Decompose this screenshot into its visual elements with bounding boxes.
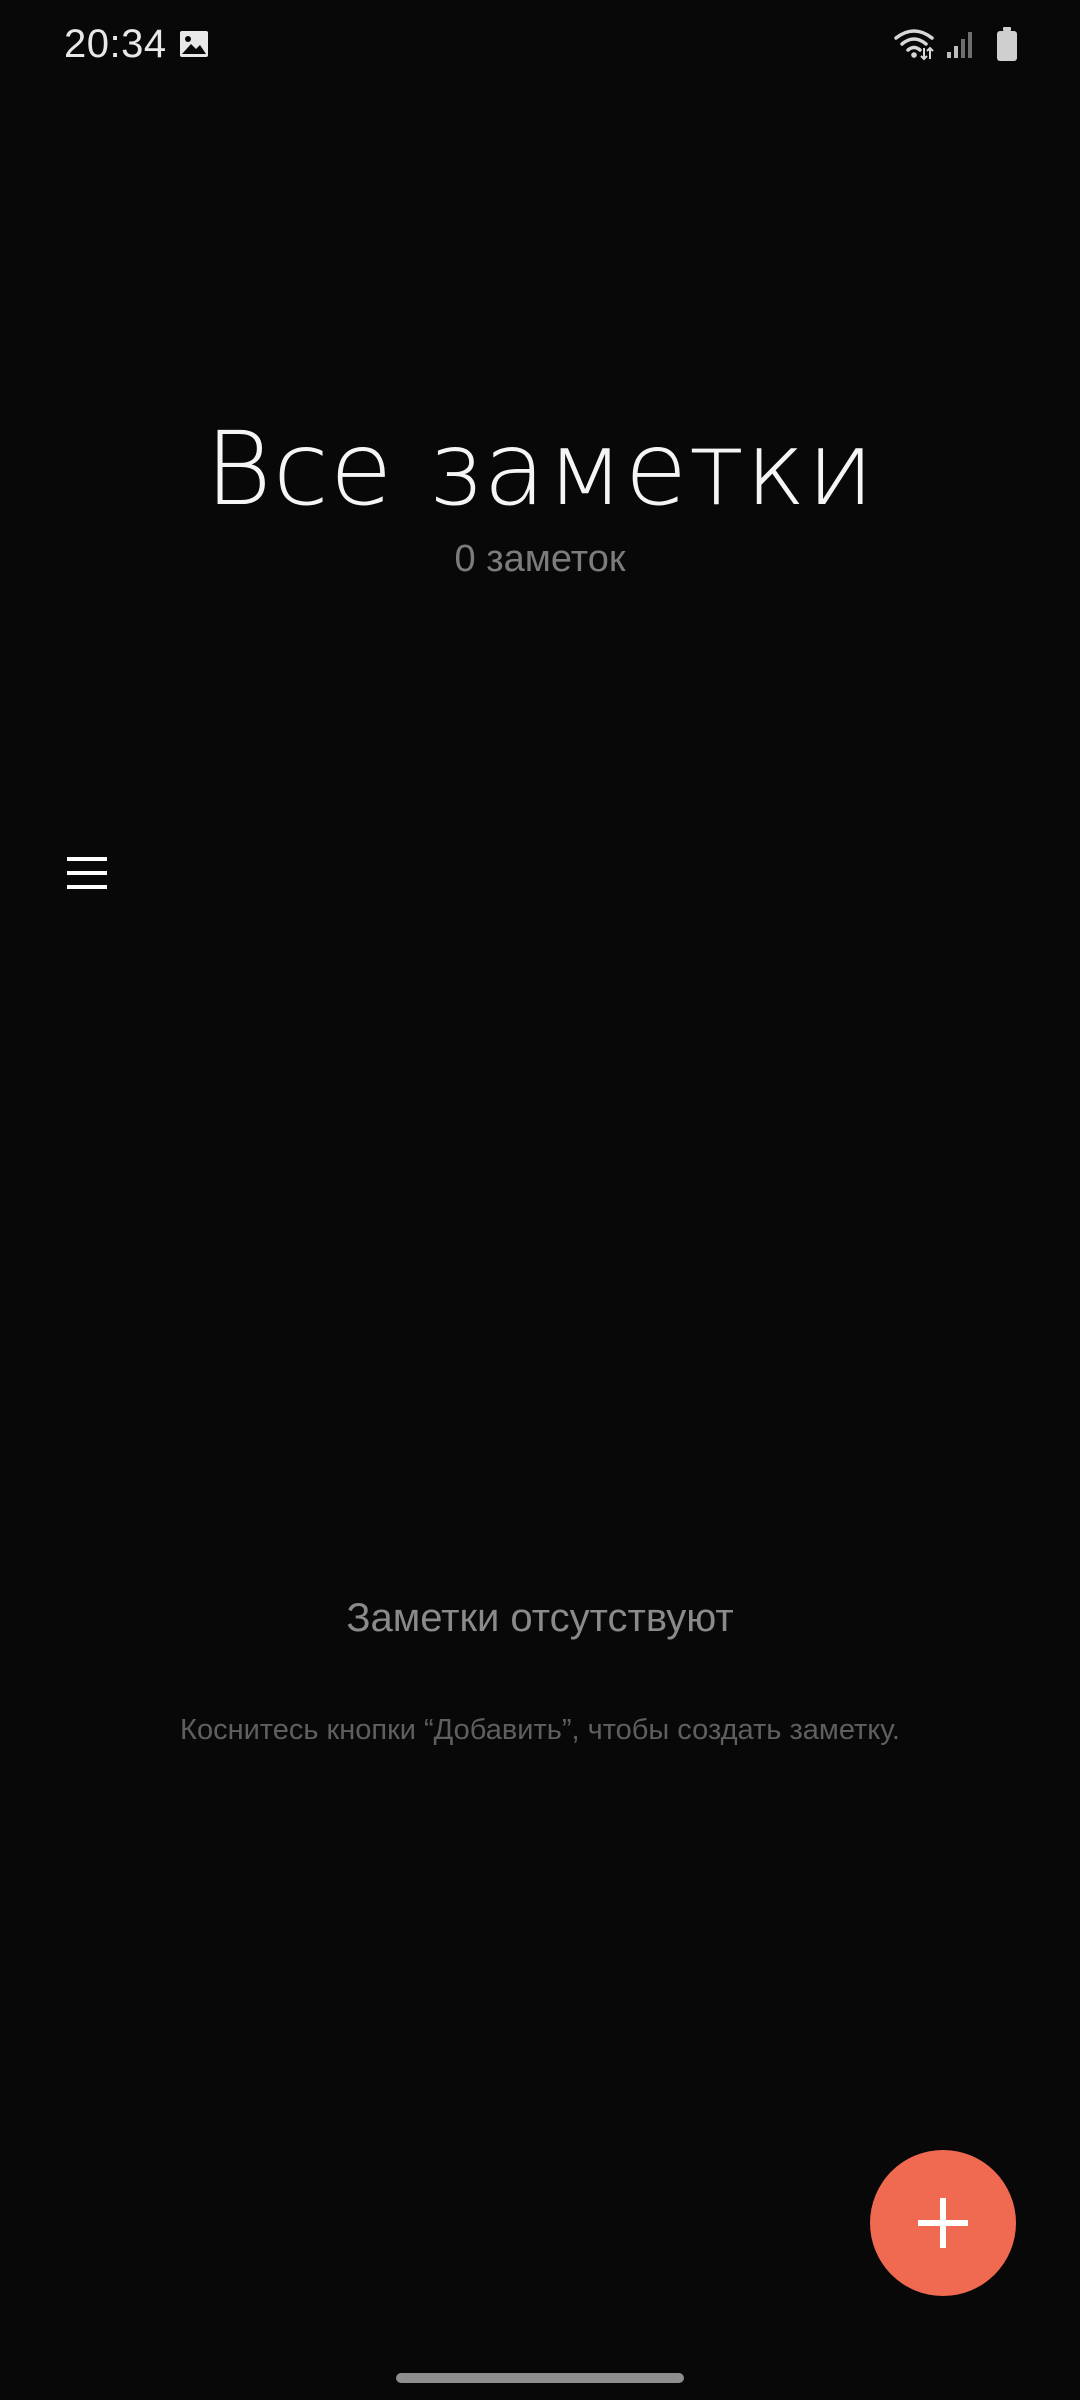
gesture-nav-handle[interactable] [396, 2373, 684, 2383]
add-note-button[interactable] [870, 2150, 1016, 2296]
signal-icon [947, 32, 972, 58]
plus-icon [918, 2198, 968, 2248]
gallery-icon [180, 31, 208, 57]
wifi-icon [894, 29, 934, 61]
status-time: 20:34 [64, 22, 167, 66]
empty-state-title: Заметки отсутствуют [346, 1596, 734, 1640]
page-title: Все заметки [204, 410, 876, 529]
battery-icon [997, 27, 1017, 61]
hamburger-menu-icon [67, 857, 107, 889]
notes-count: 0 заметок [454, 538, 626, 580]
menu-button[interactable] [54, 840, 120, 906]
status-bar: 20:34 [0, 0, 1080, 90]
empty-state-hint: Коснитесь кнопки “Добавить”, чтобы созда… [180, 1714, 900, 1746]
